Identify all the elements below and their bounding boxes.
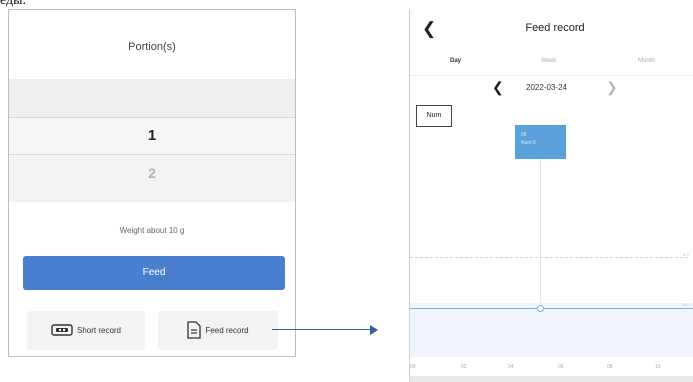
x-axis-label: 08 xyxy=(607,364,613,370)
y-axis-label: 0.0 xyxy=(683,252,689,257)
feed-record-screen: ❮ Feed record Day Week Month ❮ 2022-03-2… xyxy=(409,9,693,382)
chart-gridline-upper xyxy=(410,257,688,258)
chart-series-line xyxy=(410,308,693,309)
tooltip-num: Num:0 xyxy=(521,140,536,146)
x-axis-label: 06 xyxy=(558,364,564,370)
period-tabs: Day Week Month xyxy=(410,55,693,75)
feed-record-icon xyxy=(187,320,205,341)
short-record-icon xyxy=(51,323,77,338)
tabs-divider xyxy=(410,75,693,76)
next-date-icon[interactable]: ❯ xyxy=(606,79,618,96)
caption-text: еды. xyxy=(0,0,27,8)
picker-selected-value[interactable]: 1 xyxy=(9,117,295,155)
short-record-label: Short record xyxy=(76,326,122,335)
feed-record-label: Feed record xyxy=(205,326,249,335)
tooltip-time: 06 xyxy=(521,132,527,138)
page-title: Feed record xyxy=(525,22,585,34)
x-axis-label: 00 xyxy=(410,364,416,370)
feed-button[interactable]: Feed xyxy=(23,256,285,290)
current-date: 2022-03-24 xyxy=(526,83,567,92)
tab-day[interactable]: Day xyxy=(450,58,461,64)
y-axis-label: 0.0 xyxy=(683,302,689,307)
x-axis-label: 02 xyxy=(461,364,467,370)
short-record-button[interactable]: Short record xyxy=(27,311,145,350)
chart-legend: Num xyxy=(416,105,452,127)
chart-data-point[interactable] xyxy=(537,305,544,312)
feed-record-button[interactable]: Feed record xyxy=(158,311,278,350)
chart-area-fill xyxy=(410,303,693,357)
connector-arrow-head xyxy=(370,325,378,335)
x-axis-label: 10 xyxy=(655,364,661,370)
tab-week[interactable]: Week xyxy=(541,58,556,64)
bottom-scrollbar xyxy=(410,376,693,382)
portion-title: Portion(s) xyxy=(128,41,176,53)
weight-text: Weight about 10 g xyxy=(119,226,185,235)
chart-tooltip: 06 Num:0 xyxy=(515,125,566,159)
x-axis-label: 04 xyxy=(508,364,514,370)
picker-top-band xyxy=(9,79,295,117)
portion-screen: Portion(s) 1 2 Weight about 10 g Feed Sh… xyxy=(8,9,296,357)
picker-next-value[interactable]: 2 xyxy=(9,155,295,191)
tab-month[interactable]: Month xyxy=(638,58,655,64)
connector-arrow-line xyxy=(272,329,377,330)
previous-date-icon[interactable]: ❮ xyxy=(492,79,504,96)
